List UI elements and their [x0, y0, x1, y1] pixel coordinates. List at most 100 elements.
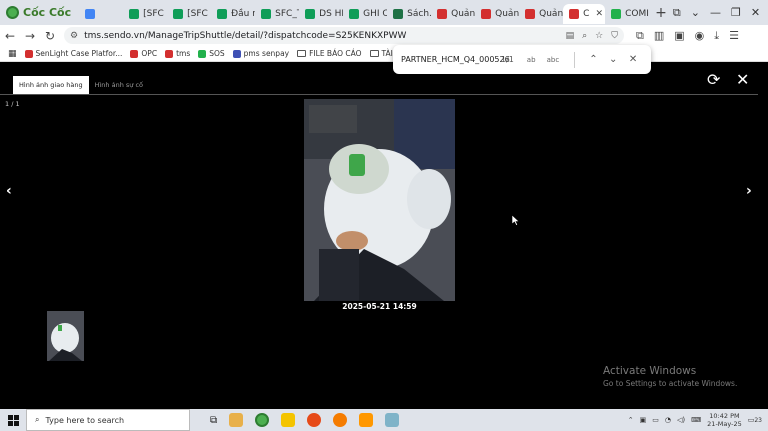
bookmark-item[interactable]: tms [165, 49, 190, 58]
browser-tab[interactable]: Sách.x [387, 4, 431, 24]
whole-word-toggle[interactable]: abc [547, 56, 567, 64]
browser-tab[interactable]: Quản [519, 4, 563, 24]
bookmark-favicon-icon [24, 49, 33, 58]
task-view-icon[interactable]: ⧉ [210, 415, 217, 426]
browser-tab[interactable]: Đầu n [211, 4, 255, 24]
find-separator [574, 51, 576, 68]
find-match-count: 1/1 [501, 55, 514, 64]
address-bar[interactable]: ⚙ tms.sendo.vn/ManageTripShuttle/detail/… [64, 27, 624, 44]
find-next-icon[interactable]: ⌄ [603, 54, 623, 65]
next-image-arrow-icon[interactable]: › [746, 183, 752, 199]
download-icon[interactable]: ⤓ [714, 29, 719, 43]
extensions-icon[interactable]: ⧉ [636, 29, 644, 43]
browser-tab[interactable]: COMI [605, 4, 649, 24]
tab-label: Đầu n [231, 9, 256, 19]
minimize-button[interactable]: — [710, 6, 721, 19]
bookmark-favicon-icon [198, 49, 207, 58]
browser-tab[interactable]: C ✕ [563, 4, 606, 24]
folder-icon [297, 50, 307, 57]
zoom-icon[interactable]: ⌕ [582, 31, 587, 41]
chevron-icon[interactable]: ⌄ [691, 6, 700, 19]
tab-favicon-icon [129, 9, 140, 19]
photo-thumbnail[interactable] [47, 311, 84, 361]
tab-favicon-icon [173, 9, 184, 19]
reload-button[interactable]: ↻ [40, 29, 60, 43]
app-orange-icon[interactable] [333, 413, 348, 427]
forward-button[interactable]: → [20, 29, 40, 43]
tab-favicon-icon [569, 9, 580, 19]
taskbar-clock[interactable]: 10:42 PM 21-May-25 [707, 412, 742, 428]
browser-tab[interactable]: [SFC [167, 4, 211, 24]
network-icon[interactable]: ◔ [665, 416, 671, 424]
window-controls: ⧉ ⌄ — ❐ ✕ [673, 6, 768, 20]
browser-tab[interactable]: SFC_T [255, 4, 299, 24]
tab-label: GHI C [363, 9, 388, 19]
volume-icon[interactable]: ◁) [677, 416, 685, 424]
find-input[interactable]: PARTNER_HCM_Q4_000526 [401, 55, 510, 64]
taskbar-search-placeholder: Type here to search [45, 415, 125, 425]
bookmark-item[interactable]: pms senpay [232, 49, 290, 58]
tray-app-icon[interactable]: ▣ [640, 416, 647, 424]
tray-chevron-icon[interactable]: ⌃ [628, 416, 634, 424]
tab-label: Quản [495, 9, 520, 19]
language-icon[interactable]: ⌨ [691, 416, 701, 424]
bookmark-star-icon[interactable]: ☆ [595, 31, 603, 41]
close-viewer-icon[interactable]: ✕ [736, 70, 749, 89]
tab-incident-images[interactable]: Hình ảnh sự cố [89, 76, 149, 94]
browser-tab[interactable]: GHI C [343, 4, 387, 24]
apps-grid-icon[interactable]: ▦ [8, 49, 17, 59]
notification-count: 23 [754, 417, 762, 424]
wallet-icon[interactable]: ▣ [674, 29, 684, 43]
tab-label: Sách.x [407, 9, 431, 19]
shield-icon[interactable]: ⛉ [611, 31, 618, 41]
tab-label: DS HI [319, 9, 344, 19]
sidebar-icon[interactable]: ▥ [654, 29, 664, 43]
browser-tab[interactable] [79, 4, 123, 24]
tab-delivery-images[interactable]: Hình ảnh giao hàng [13, 76, 89, 94]
bookmark-label: FILE BÁO CÁO [309, 49, 362, 58]
app-fire-icon[interactable] [359, 413, 374, 427]
match-case-toggle[interactable]: ab [527, 56, 547, 64]
reader-icon[interactable]: ▤ [566, 31, 575, 41]
find-in-page-bar: PARTNER_HCM_Q4_000526 1/1 ab abc ⌃ ⌄ ✕ [393, 45, 651, 74]
profile-icon[interactable]: ◉ [695, 29, 705, 43]
tab-label: [SFC [187, 9, 208, 19]
tab-label: [SFC [143, 9, 164, 19]
delivery-photo[interactable] [304, 99, 455, 301]
file-explorer-icon[interactable] [229, 413, 244, 427]
prev-image-arrow-icon[interactable]: ‹ [6, 183, 12, 199]
bookmark-item[interactable]: SOS [198, 49, 225, 58]
sticky-notes-icon[interactable] [281, 413, 296, 427]
taskbar-search-box[interactable]: ⌕ Type here to search [26, 409, 190, 431]
bookmark-item[interactable]: OPC [130, 49, 157, 58]
browser-tab[interactable]: [SFC [123, 4, 167, 24]
rotate-icon[interactable]: ⟳ [707, 70, 720, 89]
clock-time: 10:42 PM [709, 412, 740, 420]
site-info-icon[interactable]: ⚙ [70, 31, 78, 41]
tab-favicon-icon [611, 9, 622, 19]
app-note-icon[interactable] [385, 413, 400, 427]
back-button[interactable]: ← [0, 29, 20, 43]
find-close-icon[interactable]: ✕ [623, 54, 643, 65]
menu-icon[interactable]: ☰ [729, 29, 739, 43]
bookmark-item[interactable]: SenLight Case Platfor... [24, 49, 122, 58]
close-window-button[interactable]: ✕ [751, 6, 760, 19]
coccoc-taskbar-icon[interactable] [255, 413, 270, 427]
start-button[interactable] [0, 414, 26, 426]
bookmark-label: pms senpay [243, 49, 290, 58]
tab-favicon-icon [481, 9, 492, 19]
notification-center-icon[interactable]: ▭23 [748, 416, 762, 424]
find-previous-icon[interactable]: ⌃ [583, 54, 603, 65]
tab-favicon-icon [261, 9, 272, 19]
browser-tab[interactable]: Quản [431, 4, 475, 24]
battery-icon[interactable]: ▭ [652, 416, 659, 424]
maximize-button[interactable]: ❐ [731, 6, 741, 19]
new-tab-button[interactable]: + [649, 5, 673, 21]
browser-tab[interactable]: DS HI [299, 4, 343, 24]
app-red-icon[interactable] [307, 413, 322, 427]
tab-search-icon[interactable]: ⧉ [673, 6, 681, 20]
browser-logo[interactable]: Cốc Cốc [0, 0, 79, 25]
browser-tab[interactable]: Quản [475, 4, 519, 24]
close-tab-icon[interactable]: ✕ [595, 9, 603, 19]
bookmark-item[interactable]: FILE BÁO CÁO [297, 49, 362, 58]
